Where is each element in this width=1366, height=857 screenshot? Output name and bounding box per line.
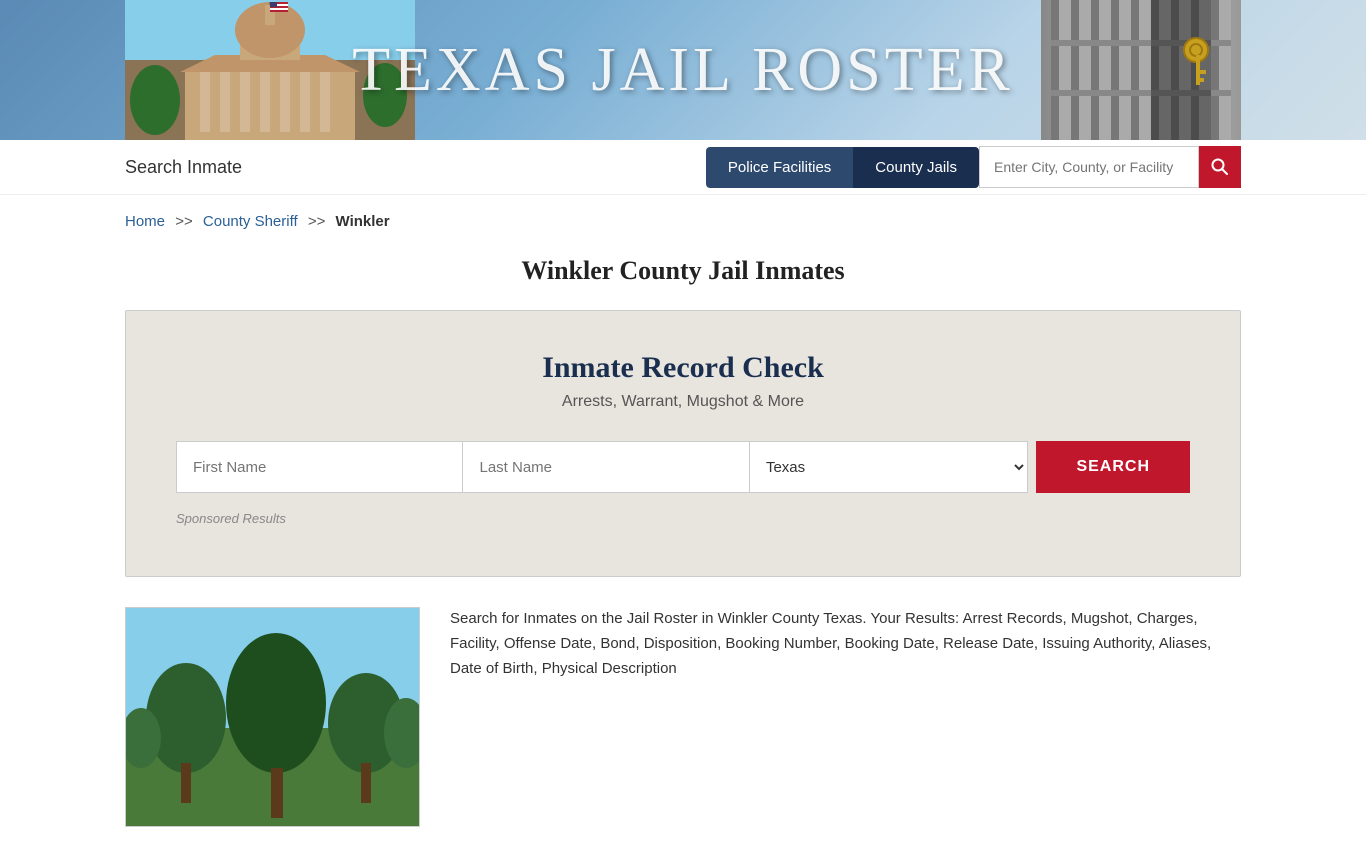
record-check-subtitle: Arrests, Warrant, Mugshot & More [176, 393, 1190, 411]
nav-bar: Search Inmate Police Facilities County J… [0, 140, 1366, 195]
breadcrumb-county-sheriff-link[interactable]: County Sheriff [203, 213, 298, 230]
facility-search-button[interactable] [1199, 146, 1241, 188]
first-name-input[interactable] [176, 441, 463, 493]
record-check-box: Inmate Record Check Arrests, Warrant, Mu… [125, 310, 1241, 577]
header-banner: Texas Jail Roster [0, 0, 1366, 140]
state-select[interactable]: AlabamaAlaskaArizonaArkansasCaliforniaCo… [750, 441, 1028, 493]
search-inmate-label: Search Inmate [125, 157, 242, 178]
page-title: Winkler County Jail Inmates [0, 256, 1366, 286]
police-facilities-button[interactable]: Police Facilities [706, 147, 853, 188]
breadcrumb-sep-2: >> [308, 213, 326, 230]
breadcrumb-home-link[interactable]: Home [125, 213, 165, 230]
inmate-search-form: AlabamaAlaskaArizonaArkansasCaliforniaCo… [176, 441, 1190, 493]
inmate-search-button[interactable]: SEARCH [1036, 441, 1190, 493]
last-name-input[interactable] [463, 441, 749, 493]
county-image [125, 607, 420, 827]
nav-right-area: Police Facilities County Jails [706, 146, 1241, 188]
facility-search-input[interactable] [979, 146, 1199, 188]
sponsored-results-label: Sponsored Results [176, 511, 1190, 526]
breadcrumb-current: Winkler [336, 213, 390, 230]
keys-image [1041, 0, 1241, 140]
site-title: Texas Jail Roster [352, 35, 1014, 106]
bottom-description: Search for Inmates on the Jail Roster in… [450, 607, 1241, 681]
breadcrumb-sep-1: >> [175, 213, 193, 230]
record-check-title: Inmate Record Check [176, 351, 1190, 385]
county-jails-button[interactable]: County Jails [853, 147, 979, 188]
bottom-section: Search for Inmates on the Jail Roster in… [0, 577, 1366, 857]
page-title-area: Winkler County Jail Inmates [0, 240, 1366, 310]
breadcrumb: Home >> County Sheriff >> Winkler [0, 195, 1366, 240]
search-icon [1211, 158, 1229, 176]
